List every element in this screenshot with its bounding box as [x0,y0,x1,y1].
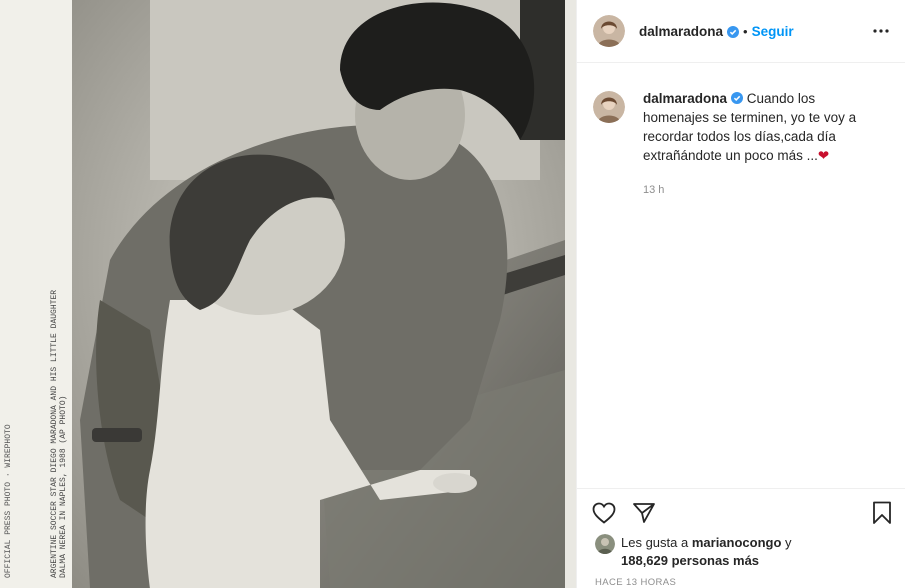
avatar[interactable] [593,15,625,47]
follow-button[interactable]: Seguir [752,24,794,39]
post-header: dalmaradona • Seguir [577,0,905,63]
post-caption: dalmaradona Cuando los homenajes se term… [577,63,905,200]
print-caption-line: OFFICIAL PRESS PHOTO · WIREPHOTO [4,424,13,578]
likes-user-link[interactable]: marianocongo [692,535,782,550]
post-timestamp[interactable]: HACE 13 HORAS [595,577,676,588]
heart-outline-icon[interactable] [591,500,617,526]
caption-username[interactable]: dalmaradona [643,91,727,106]
avatar[interactable] [593,91,625,123]
caption-time[interactable]: 13 h [643,181,883,200]
post-actions [577,488,905,536]
likes-count-link[interactable]: 188,629 personas más [621,553,759,568]
post-side-panel: dalmaradona • Seguir dalmaradona Cuando … [577,0,905,588]
print-caption-line: DALMA NEREA IN NAPLES, 1988 (AP PHOTO) [59,395,68,578]
likes-summary: Les gusta a marianocongo y 188,629 perso… [595,534,792,570]
print-caption: OFFICIAL PRESS PHOTO · WIREPHOTO [4,18,24,578]
likes-conj: y [785,535,792,550]
paper-plane-icon[interactable] [631,500,657,526]
more-horizontal-icon[interactable] [869,19,893,43]
likes-prefix: Les gusta a [621,535,689,550]
heart-emoji-icon: ❤ [817,148,830,163]
author-username[interactable]: dalmaradona [639,24,723,39]
verified-badge-icon [731,90,744,104]
bookmark-icon[interactable] [869,500,895,526]
print-caption-line: ARGENTINE SOCCER STAR DIEGO MARADONA AND… [50,289,59,578]
caption-body: dalmaradona Cuando los homenajes se term… [643,89,883,200]
instagram-post: ARGENTINE SOCCER STAR DIEGO MARADONA AND… [0,0,905,588]
print-caption: ARGENTINE SOCCER STAR DIEGO MARADONA AND… [50,18,70,578]
verified-badge-icon [727,25,740,38]
photo-illustration [0,0,576,588]
avatar[interactable] [595,534,615,554]
separator-dot: • [743,23,748,39]
post-photo[interactable]: ARGENTINE SOCCER STAR DIEGO MARADONA AND… [0,0,577,588]
